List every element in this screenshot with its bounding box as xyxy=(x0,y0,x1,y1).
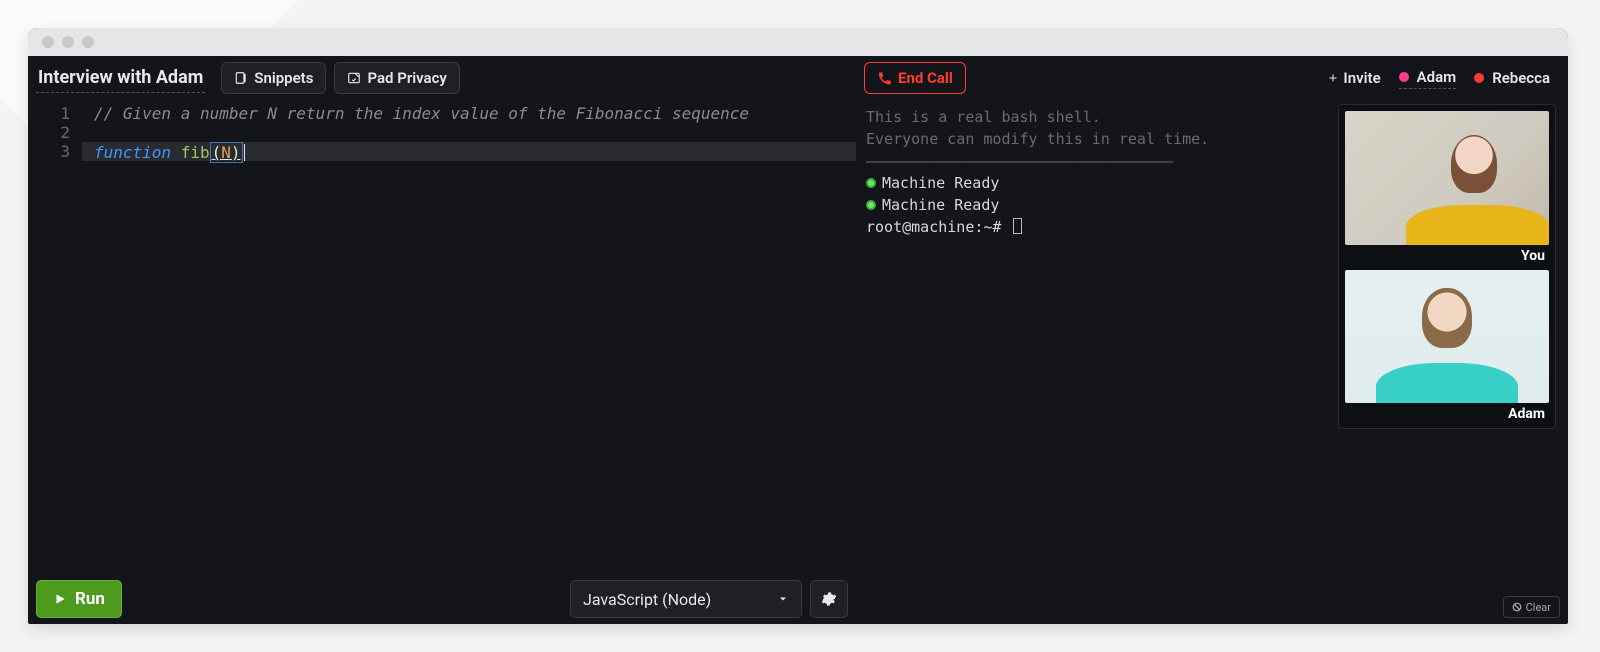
token-function: fib xyxy=(181,143,210,162)
code-content[interactable]: // Given a number N return the index val… xyxy=(94,104,826,161)
token-paren-open: (N) xyxy=(210,142,243,163)
snippets-label: Snippets xyxy=(254,69,313,87)
participant-name: Adam xyxy=(1417,68,1457,86)
editor-bottom-bar: Run JavaScript (Node) xyxy=(28,574,856,624)
token-keyword: function xyxy=(94,143,171,162)
terminal-intro: Everyone can modify this in real time. xyxy=(866,128,1318,150)
plus-icon xyxy=(1327,72,1339,84)
code-blank-line xyxy=(94,123,826,142)
terminal-status-line: Machine Ready xyxy=(866,172,1318,194)
output-pane: End Call Invite Adam Rebecca xyxy=(856,56,1568,624)
pad-privacy-label: Pad Privacy xyxy=(367,69,446,87)
terminal-output[interactable]: This is a real bash shell. Everyone can … xyxy=(866,106,1318,238)
pad-title[interactable]: Interview with Adam xyxy=(36,63,205,93)
video-feed xyxy=(1345,111,1549,245)
code-editor[interactable]: 1 2 3 // Given a number N return the ind… xyxy=(28,100,856,574)
video-tile-adam[interactable]: Adam xyxy=(1345,270,1549,423)
presence-dot-icon xyxy=(1399,72,1409,82)
snippets-icon xyxy=(234,71,248,85)
run-label: Run xyxy=(75,589,105,609)
clear-button[interactable]: Clear xyxy=(1503,596,1560,618)
window-titlebar xyxy=(28,28,1568,56)
editor-top-bar: Interview with Adam Snippets Pad Privacy xyxy=(28,56,856,100)
video-tile-you[interactable]: You xyxy=(1345,111,1549,264)
participant-name: Rebecca xyxy=(1492,69,1550,87)
status-dot-icon xyxy=(866,178,876,188)
text-caret xyxy=(244,144,245,161)
traffic-light-close-icon[interactable] xyxy=(42,36,54,48)
presence-dot-icon xyxy=(1474,73,1484,83)
traffic-light-max-icon[interactable] xyxy=(82,36,94,48)
call-top-bar: End Call Invite Adam Rebecca xyxy=(856,56,1568,100)
participant-rebecca[interactable]: Rebecca xyxy=(1474,69,1550,87)
language-label: JavaScript (Node) xyxy=(583,590,711,609)
terminal-cursor xyxy=(1013,218,1022,234)
code-comment: // Given a number N return the index val… xyxy=(94,104,749,123)
terminal-prompt[interactable]: root@machine:~# xyxy=(866,216,1318,238)
status-dot-icon xyxy=(866,200,876,210)
editor-pane: Interview with Adam Snippets Pad Privacy… xyxy=(28,56,856,624)
chevron-down-icon xyxy=(777,593,789,605)
terminal-divider: –––––––––––––––––––––––––––––––––– xyxy=(866,150,1318,172)
invite-button[interactable]: Invite xyxy=(1327,69,1380,87)
gear-icon xyxy=(821,591,837,607)
video-feed xyxy=(1345,270,1549,404)
code-active-line[interactable]: function fib(N) xyxy=(82,142,856,161)
video-label: You xyxy=(1345,245,1549,264)
clear-label: Clear xyxy=(1526,601,1551,614)
run-button[interactable]: Run xyxy=(36,580,122,618)
settings-button[interactable] xyxy=(810,580,848,618)
line-number: 3 xyxy=(28,142,70,161)
privacy-icon xyxy=(347,71,361,85)
invite-label: Invite xyxy=(1343,69,1380,87)
end-call-label: End Call xyxy=(898,69,953,87)
terminal-intro: This is a real bash shell. xyxy=(866,106,1318,128)
line-number: 2 xyxy=(28,123,70,142)
video-call-panel[interactable]: You Adam xyxy=(1338,104,1556,429)
play-icon xyxy=(53,592,67,606)
pad-privacy-button[interactable]: Pad Privacy xyxy=(334,62,459,94)
traffic-light-min-icon[interactable] xyxy=(62,36,74,48)
terminal-status-line: Machine Ready xyxy=(866,194,1318,216)
line-number: 1 xyxy=(28,104,70,123)
phone-icon xyxy=(877,71,892,86)
video-label: Adam xyxy=(1345,403,1549,422)
app-window: Interview with Adam Snippets Pad Privacy… xyxy=(28,28,1568,624)
token-param: N xyxy=(221,143,231,162)
language-select[interactable]: JavaScript (Node) xyxy=(570,580,802,618)
participant-adam[interactable]: Adam xyxy=(1399,68,1457,89)
snippets-button[interactable]: Snippets xyxy=(221,62,326,94)
end-call-button[interactable]: End Call xyxy=(864,62,966,94)
line-number-gutter: 1 2 3 xyxy=(28,104,80,161)
clear-icon xyxy=(1512,602,1522,612)
